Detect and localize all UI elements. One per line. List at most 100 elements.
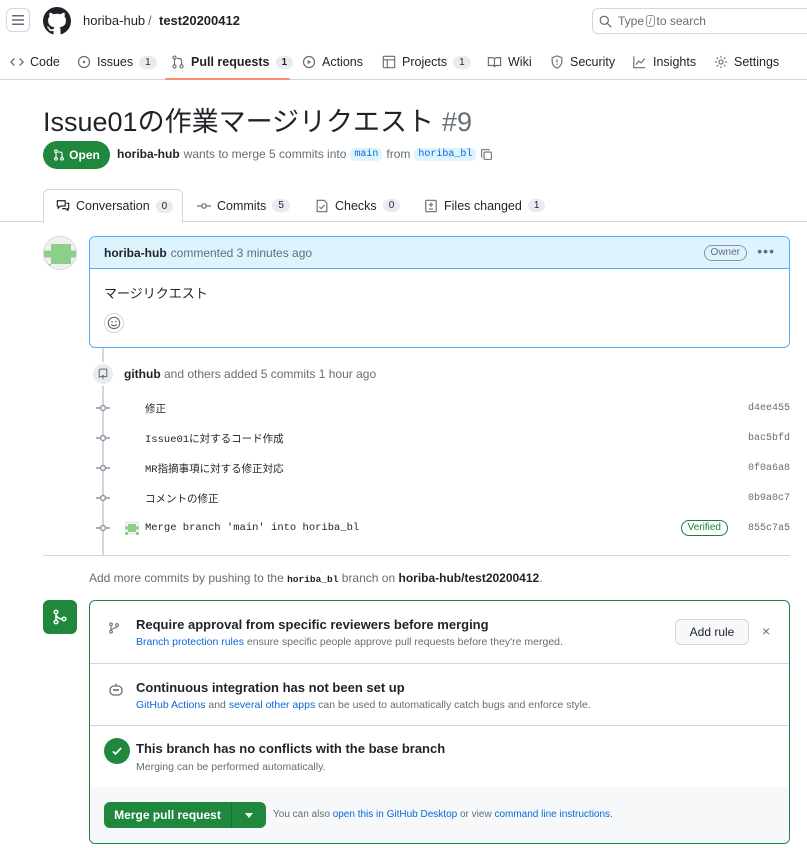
nav-tab-code[interactable]: Code	[10, 44, 60, 80]
search-input[interactable]: Type / to search	[592, 8, 807, 34]
add-more-repo: horiba-hub/test20200412	[398, 571, 540, 585]
verified-badge[interactable]: Verified	[680, 520, 728, 536]
add-more-commits-text: Add more commits by pushing to the horib…	[89, 571, 543, 585]
add-rule-button[interactable]: Add rule	[675, 619, 749, 645]
triangle-down-icon	[245, 812, 253, 818]
git-branch-icon	[109, 622, 119, 634]
repo-navigation: Code Issues 1 Pull requests 1 Actions Pr…	[0, 44, 807, 80]
shield-icon	[551, 55, 563, 69]
tab-files-changed[interactable]: Files changed 1	[424, 189, 546, 222]
search-placeholder-suffix: to search	[656, 14, 706, 28]
nav-tab-insights-label: Insights	[653, 55, 697, 69]
approval-desc-text: ensure specific people approve pull requ…	[246, 636, 563, 648]
commit-message-link[interactable]: コメントの修正	[145, 491, 219, 506]
merge-hint-suffix: .	[610, 809, 613, 820]
git-commit-icon	[95, 433, 111, 443]
other-apps-link[interactable]: several other apps	[229, 699, 315, 711]
commit-message-link[interactable]: 修正	[145, 401, 166, 416]
timeline-divider	[43, 555, 790, 556]
nav-tab-security[interactable]: Security	[550, 44, 615, 80]
nav-tab-code-label: Code	[30, 55, 60, 69]
checklist-icon	[316, 199, 328, 212]
commit-sha-link[interactable]: 855c7a5	[748, 523, 790, 534]
comment-author-link[interactable]: horiba-hub	[104, 246, 167, 260]
pr-number: #9	[442, 107, 473, 137]
git-commit-icon	[95, 493, 111, 503]
commit-sha-link[interactable]: 0f0a6a8	[748, 463, 790, 474]
approval-description: Branch protection rules ensure specific …	[136, 636, 563, 648]
commit-sha-link[interactable]: 0b9a0c7	[748, 493, 790, 504]
nav-tab-wiki-label: Wiki	[508, 55, 532, 69]
breadcrumb-repo-link[interactable]: test20200412	[159, 13, 240, 28]
ci-title: Continuous integration has not been set …	[136, 680, 405, 695]
github-logo-icon[interactable]	[43, 7, 71, 35]
search-placeholder-prefix: Type	[618, 14, 645, 28]
tab-conversation-count: 0	[155, 199, 174, 213]
file-diff-icon	[425, 199, 437, 212]
push-event-text: github and others added 5 commits 1 hour…	[124, 367, 376, 381]
merge-pull-request-button[interactable]: Merge pull request	[104, 802, 232, 828]
nav-tab-settings[interactable]: Settings	[714, 44, 779, 80]
tab-checks[interactable]: Checks 0	[315, 189, 401, 222]
comment-timestamp[interactable]: commented 3 minutes ago	[171, 246, 312, 260]
ci-section: Continuous integration has not been set …	[90, 664, 789, 726]
push-actor-link[interactable]: github	[124, 367, 161, 381]
tab-conversation[interactable]: Conversation 0	[43, 189, 183, 223]
branch-protection-rules-link[interactable]: Branch protection rules	[136, 636, 244, 648]
nav-tab-actions[interactable]: Actions	[302, 44, 363, 80]
pr-author-link[interactable]: horiba-hub	[117, 147, 180, 161]
breadcrumb-owner-link[interactable]: horiba-hub	[83, 13, 145, 28]
nav-tab-projects-label: Projects	[402, 55, 448, 69]
merge-options-dropdown[interactable]	[232, 802, 266, 828]
merge-hint-prefix: You can also	[273, 809, 330, 820]
list-item: Issue01に対するコード作成 bac5bfd	[95, 428, 790, 448]
nav-tab-projects[interactable]: Projects 1	[382, 44, 471, 80]
breadcrumb-separator: /	[148, 13, 152, 28]
hamburger-menu-button[interactable]	[6, 8, 30, 32]
add-reaction-button[interactable]	[104, 313, 124, 333]
pr-title: Issue01の作業マージリクエスト #9	[43, 100, 472, 139]
kebab-menu-icon[interactable]: •••	[757, 243, 775, 259]
add-more-suffix: .	[539, 571, 543, 585]
no-conflicts-title: This branch has no conflicts with the ba…	[136, 741, 446, 756]
search-shortcut-key: /	[646, 15, 655, 27]
open-in-desktop-link[interactable]: open this in GitHub Desktop	[333, 809, 458, 820]
commit-message-link[interactable]: MR指摘事項に対する修正対応	[145, 461, 284, 476]
code-icon	[10, 58, 24, 66]
commit-message-link[interactable]: Merge branch 'main' into horiba_bl	[145, 522, 359, 534]
avatar[interactable]	[125, 521, 139, 535]
comment-discussion-icon	[56, 200, 70, 212]
ci-description: GitHub Actions and several other apps ca…	[136, 699, 591, 711]
top-bar: horiba-hub / test20200412 Type / to sear…	[0, 0, 807, 42]
merge-hint-mid: or view	[459, 809, 492, 820]
pr-meta-text: wants to merge 5 commits into	[183, 147, 347, 161]
merge-footer: Merge pull request You can also open thi…	[90, 787, 789, 843]
merge-button-group: Merge pull request	[104, 802, 266, 828]
tab-checks-count: 0	[382, 199, 401, 212]
github-actions-link[interactable]: GitHub Actions	[136, 699, 205, 711]
tab-files-changed-count: 1	[527, 199, 546, 212]
table-icon	[382, 55, 396, 69]
command-line-instructions-link[interactable]: command line instructions	[494, 809, 610, 820]
tab-commits[interactable]: Commits 5	[197, 189, 290, 222]
nav-tab-issues[interactable]: Issues 1	[77, 44, 157, 80]
base-branch-tag[interactable]: main	[350, 147, 383, 161]
close-icon[interactable]: ×	[762, 623, 770, 639]
copy-icon[interactable]	[480, 148, 493, 161]
commit-message-link[interactable]: Issue01に対するコード作成	[145, 431, 284, 446]
add-more-prefix: Add more commits by pushing to the	[89, 571, 284, 585]
nav-tab-insights[interactable]: Insights	[632, 44, 696, 80]
commit-sha-link[interactable]: bac5bfd	[748, 433, 790, 444]
pull-request-icon	[54, 149, 65, 161]
avatar[interactable]	[43, 236, 77, 270]
smiley-icon	[107, 316, 121, 330]
commit-sha-link[interactable]: d4ee455	[748, 403, 790, 414]
comment-body: マージリクエスト	[104, 286, 208, 301]
tab-commits-label: Commits	[217, 198, 267, 213]
nav-tab-pull-requests[interactable]: Pull requests 1	[171, 44, 294, 80]
issues-count-badge: 1	[139, 55, 157, 69]
nav-tab-wiki[interactable]: Wiki	[487, 44, 532, 80]
hubot-icon	[109, 683, 123, 696]
add-more-branch: horiba_bl	[287, 574, 339, 585]
head-branch-tag[interactable]: horiba_bl	[414, 147, 477, 161]
